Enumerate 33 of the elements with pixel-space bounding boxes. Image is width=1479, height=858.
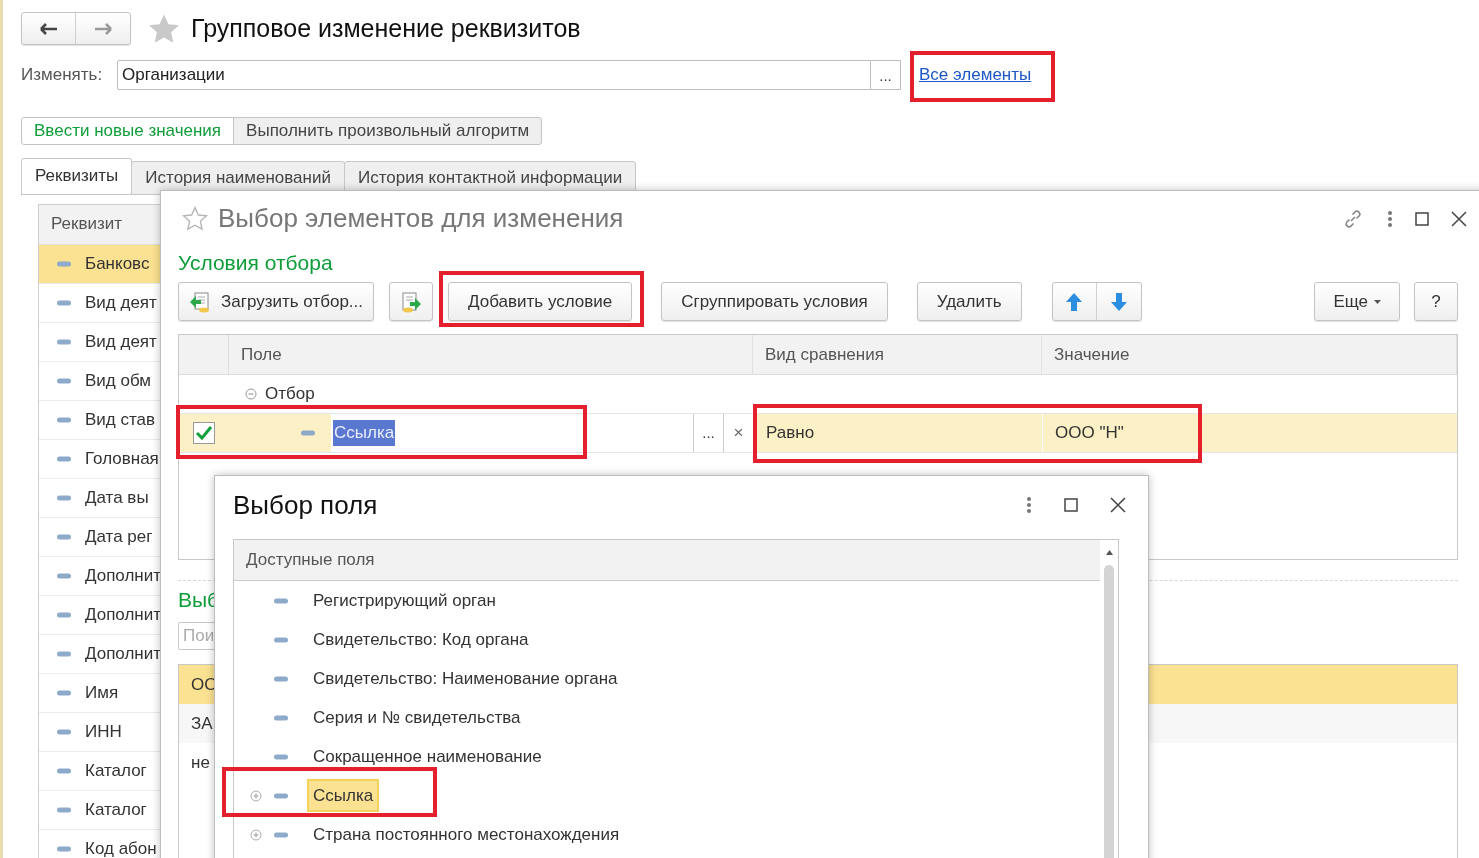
field-name: Регистрирующий орган <box>312 589 497 612</box>
attribute-label: Каталог <box>85 798 147 821</box>
column-header: Поле <box>229 335 753 374</box>
field-name: Свидетельство: Код органа <box>312 628 530 651</box>
selected-text: Ссылка <box>333 420 396 446</box>
row-text: ЗА <box>191 712 213 735</box>
attribute-label: Дополнит <box>85 642 162 665</box>
page-title: Групповое изменение реквизитов <box>191 12 581 44</box>
field-name: Свидетельство: Наименование органа <box>312 667 619 690</box>
field-name: Сокращенное наименование <box>312 745 543 768</box>
group-label: Отбор <box>265 383 315 406</box>
attribute-label: Дата вы <box>85 486 149 509</box>
field-label: Изменять: <box>21 64 104 87</box>
attribute-label: Вид деят <box>85 291 157 314</box>
attribute-label: Вид деят <box>85 330 157 353</box>
attribute-label: Вид обм <box>85 369 151 392</box>
attribute-label: Банковс <box>85 252 150 275</box>
attribute-label: Каталог <box>85 759 147 782</box>
attribute-label: Имя <box>85 681 119 704</box>
column-header: Доступные поля <box>234 540 1100 581</box>
field-name: Серия и № свидетельства <box>312 706 522 729</box>
attribute-label: Вид став <box>85 408 156 431</box>
attribute-label: Дата рег <box>85 525 153 548</box>
attribute-label: Дополнит <box>85 603 162 626</box>
attribute-label: ИНН <box>85 720 122 743</box>
field-name: Страна постоянного местонахождения <box>312 823 621 846</box>
attribute-label: Код абон <box>85 837 157 858</box>
field-name: Ссылка <box>307 778 380 813</box>
row-text: не <box>191 751 210 774</box>
column-header: Значение <box>1042 335 1457 374</box>
column-header: Вид сравнения <box>753 335 1042 374</box>
attribute-label: Дополнит <box>85 564 162 587</box>
attribute-label: Головная <box>85 447 159 470</box>
